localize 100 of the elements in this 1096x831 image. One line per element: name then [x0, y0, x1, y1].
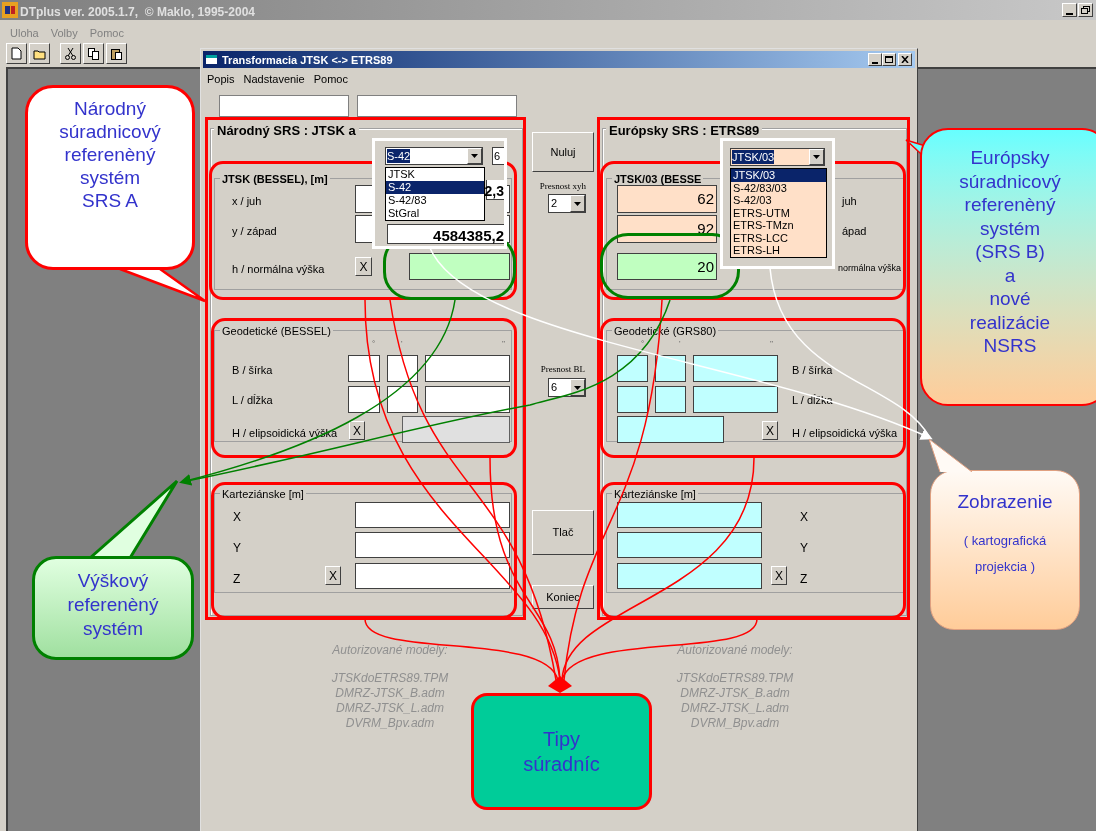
dropdown-option[interactable]: S-42/83 [386, 194, 484, 207]
models-title: Autorizované modely: [676, 642, 794, 659]
text-field[interactable] [357, 95, 517, 117]
input-field[interactable] [425, 355, 510, 382]
callout-note: ( kartografická projekcia ) [962, 532, 1048, 576]
minimize-icon [872, 61, 878, 65]
dropdown-option[interactable]: S-42/83/03 [731, 181, 826, 194]
precision-label: Presnost BL [539, 363, 587, 376]
input-field[interactable] [693, 386, 778, 413]
field-label: h / normálna výška [232, 262, 325, 277]
input-field[interactable] [617, 532, 762, 558]
input-field[interactable]: 62 [617, 185, 717, 213]
menu-item[interactable]: Nadstavenie [243, 71, 305, 88]
field-label: y / západ [232, 224, 277, 239]
models-title: Autorizované modely: [331, 642, 449, 659]
field-label: ápad [842, 224, 867, 239]
dropdown-value: 6 [551, 380, 558, 396]
open-button[interactable] [29, 43, 50, 64]
dropdown-option[interactable]: JTSK/03 [731, 169, 826, 182]
maximize-icon [885, 56, 893, 63]
dropdown-arrow-icon [813, 155, 820, 159]
dropdown-option[interactable]: StGral [386, 207, 484, 220]
maximize-button[interactable] [882, 53, 896, 66]
field-label: juh [842, 194, 857, 209]
model-file-name: DVRM_Bpv.adm [690, 716, 780, 731]
input-field[interactable] [355, 502, 510, 528]
unit-label: '' [502, 338, 506, 350]
dropdown-option[interactable]: S-42 [386, 181, 484, 194]
field-label: H / elipsoidická výška [792, 426, 898, 441]
model-file-name: DVRM_Bpv.adm [345, 716, 435, 731]
model-file-name: DMRZ-JTSK_B.adm [335, 686, 445, 701]
dropdown-option[interactable]: ETRS-LH [731, 244, 826, 257]
clear-button[interactable]: X [349, 421, 365, 440]
close-dialog-button[interactable]: Koniec [532, 585, 594, 609]
input-field[interactable] [355, 532, 510, 558]
restore-button[interactable] [1078, 3, 1093, 17]
model-file-name: DMRZ-JTSK_L.adm [681, 701, 789, 716]
input-field[interactable] [409, 253, 510, 280]
close-button[interactable] [898, 53, 912, 66]
input-field[interactable] [348, 355, 380, 382]
input-field[interactable] [387, 386, 418, 413]
paste-icon [110, 47, 123, 60]
dropdown-arrow-icon [574, 385, 581, 390]
dropdown-option[interactable]: S-42/03 [731, 194, 826, 207]
unit-label: ° [372, 338, 376, 350]
menu-item[interactable]: Popis [207, 71, 235, 88]
dropdown-arrow-icon [574, 201, 581, 206]
input-field[interactable] [617, 355, 648, 382]
field-label: X [233, 509, 241, 526]
menu-item[interactable]: Pomoc [313, 71, 348, 88]
field-label: Z [800, 571, 808, 588]
field-label: L / dĺžka [232, 393, 273, 408]
field-label: Y [233, 540, 241, 557]
precision-dropdown[interactable]: 2 [548, 194, 586, 213]
clear-button[interactable]: X [325, 566, 341, 585]
input-field[interactable] [617, 386, 648, 413]
dropdown-option[interactable]: ETRS-LCC [731, 231, 826, 244]
text-field[interactable] [219, 95, 349, 117]
input-field[interactable] [617, 502, 762, 528]
new-button[interactable] [6, 43, 27, 64]
model-file-name: DMRZ-JTSK_L.adm [336, 701, 444, 716]
input-field[interactable] [655, 355, 686, 382]
dropdown-option[interactable]: JTSK [386, 168, 484, 181]
clear-button[interactable]: X [355, 257, 372, 276]
input-field[interactable] [617, 416, 724, 443]
copy-button[interactable] [83, 43, 104, 64]
input-field[interactable]: 4584385,2 [387, 224, 504, 244]
input-field[interactable] [693, 355, 778, 382]
input-field[interactable] [655, 386, 686, 413]
precision-dropdown[interactable]: 6 [548, 378, 586, 397]
system-dropdown[interactable]: S-42 [385, 147, 483, 165]
input-field[interactable] [617, 563, 762, 589]
dropdown-option[interactable]: ETRS-UTM [731, 206, 826, 219]
reset-button[interactable]: Nuluj [532, 132, 594, 172]
print-button[interactable]: Tlač [532, 510, 594, 555]
input-field[interactable] [348, 386, 380, 413]
cut-button[interactable] [60, 43, 81, 64]
minimize-button[interactable] [1062, 3, 1077, 17]
input-field[interactable] [355, 563, 510, 589]
clear-button[interactable]: X [762, 421, 778, 440]
callout-text: Zobrazenie [956, 490, 1054, 514]
input-field[interactable]: 20 [617, 253, 717, 280]
window-icon [206, 54, 218, 65]
scissors-icon [65, 47, 76, 60]
input-field[interactable] [387, 355, 418, 382]
input-field[interactable] [425, 386, 510, 413]
restore-icon [1081, 6, 1090, 14]
field-value: 4584385,2 [433, 226, 504, 246]
system-dropdown[interactable]: JTSK/03 [730, 148, 825, 166]
text-field[interactable]: 6 [492, 147, 504, 165]
dropdown-value: JTSK/03 [732, 150, 775, 164]
clear-button[interactable]: X [771, 566, 787, 585]
dropdown-option[interactable]: ETRS-TMzn [731, 219, 826, 232]
paste-button[interactable] [106, 43, 127, 64]
field-label: B / šírka [232, 363, 273, 378]
field-label: B / šírka [792, 363, 833, 378]
callout-text: Tipy súradníc [522, 727, 601, 777]
close-icon [901, 56, 909, 63]
minimize-button[interactable] [868, 53, 882, 66]
precision-label: Presnost xyh [538, 180, 588, 193]
